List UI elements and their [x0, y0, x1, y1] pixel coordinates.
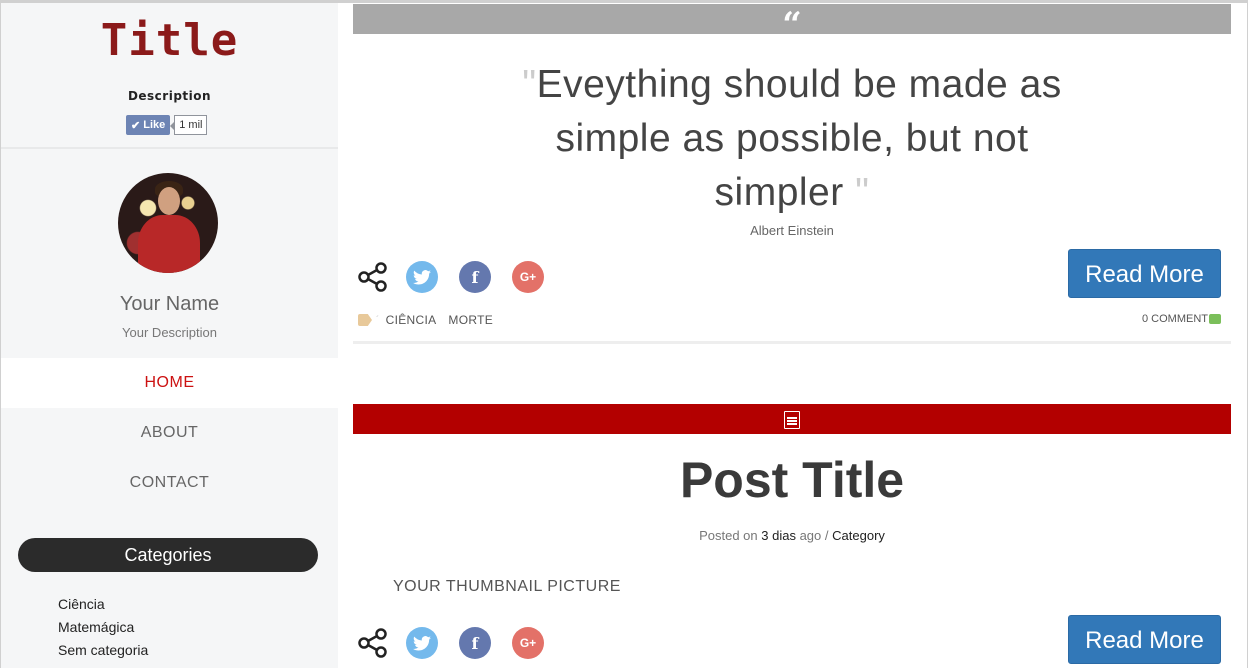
category-item[interactable]: Sem categoria: [58, 639, 148, 662]
twitter-icon[interactable]: [406, 627, 438, 659]
category-item[interactable]: Ciência: [58, 593, 148, 616]
sidebar-divider: [1, 147, 338, 149]
post-format-bar: “: [353, 4, 1231, 42]
tag-icon: [358, 314, 372, 326]
tag-link[interactable]: CIÊNCIA: [386, 313, 437, 327]
main-content: “ "Eveything should be made as simple as…: [353, 3, 1231, 668]
quote-text: "Eveything should be made as simple as p…: [503, 58, 1081, 220]
quote-close-mark: ": [855, 171, 870, 214]
avatar: [118, 173, 218, 273]
post-date-suffix: ago: [799, 528, 822, 543]
share-icon[interactable]: [357, 627, 389, 659]
category-item[interactable]: Matemágica: [58, 616, 148, 639]
share-row: f G+: [357, 627, 544, 659]
google-plus-icon[interactable]: G+: [512, 627, 544, 659]
profile-name: Your Name: [119, 293, 220, 315]
profile-description: Your Description: [122, 325, 217, 340]
facebook-icon[interactable]: f: [459, 261, 491, 293]
share-row: f G+: [357, 261, 544, 293]
tag-tick: ´: [376, 314, 380, 326]
quote-author: Albert Einstein: [750, 223, 834, 238]
share-icon[interactable]: [357, 261, 389, 293]
tags-row: ´ CIÊNCIA MORTE: [358, 313, 505, 327]
post-divider: [353, 341, 1231, 344]
facebook-like-label: Like: [143, 119, 166, 131]
post-date[interactable]: 3 dias: [761, 528, 796, 543]
facebook-like-widget: ✔ Like 1 mil: [126, 115, 208, 135]
twitter-icon[interactable]: [406, 261, 438, 293]
quote-body: Eveything should be made as simple as po…: [536, 63, 1062, 214]
read-more-button[interactable]: Read More: [1068, 249, 1221, 298]
post-meta: Posted on 3 dias ago / Category: [353, 528, 1231, 543]
comments-label: 0 COMMENT: [1142, 313, 1208, 325]
site-title[interactable]: Title: [1, 15, 338, 66]
sidebar: Title Description ✔ Like 1 mil Your Name…: [1, 3, 338, 668]
tag-link[interactable]: MORTE: [448, 313, 493, 327]
facebook-icon[interactable]: f: [459, 627, 491, 659]
nav-item-home[interactable]: HOME: [1, 358, 338, 408]
read-more-button[interactable]: Read More: [1068, 615, 1221, 664]
nav-item-contact[interactable]: CONTACT: [1, 458, 338, 508]
page: Title Description ✔ Like 1 mil Your Name…: [0, 0, 1248, 668]
comments-count[interactable]: 0 COMMENT: [1142, 313, 1221, 325]
post-category-link[interactable]: Category: [832, 528, 885, 543]
post-title[interactable]: Post Title: [353, 451, 1231, 509]
post-format-bar: [353, 404, 1231, 434]
facebook-like-count: 1 mil: [170, 115, 208, 135]
quote-open-mark: ": [522, 63, 537, 106]
facebook-like-button[interactable]: ✔ Like: [126, 115, 171, 135]
document-icon: [784, 411, 800, 429]
site-description: Description: [127, 89, 212, 103]
comment-icon: [1209, 314, 1221, 324]
categories-heading: Categories: [18, 538, 318, 572]
meta-separator: /: [824, 528, 829, 543]
nav-item-about[interactable]: ABOUT: [1, 408, 338, 458]
thumbnail-placeholder: YOUR THUMBNAIL PICTURE: [393, 578, 621, 595]
check-icon: ✔: [131, 119, 141, 132]
category-list: Ciência Matemágica Sem categoria: [58, 593, 148, 662]
quote-icon: “: [782, 5, 802, 45]
posted-on-label: Posted on: [699, 528, 758, 543]
google-plus-icon[interactable]: G+: [512, 261, 544, 293]
